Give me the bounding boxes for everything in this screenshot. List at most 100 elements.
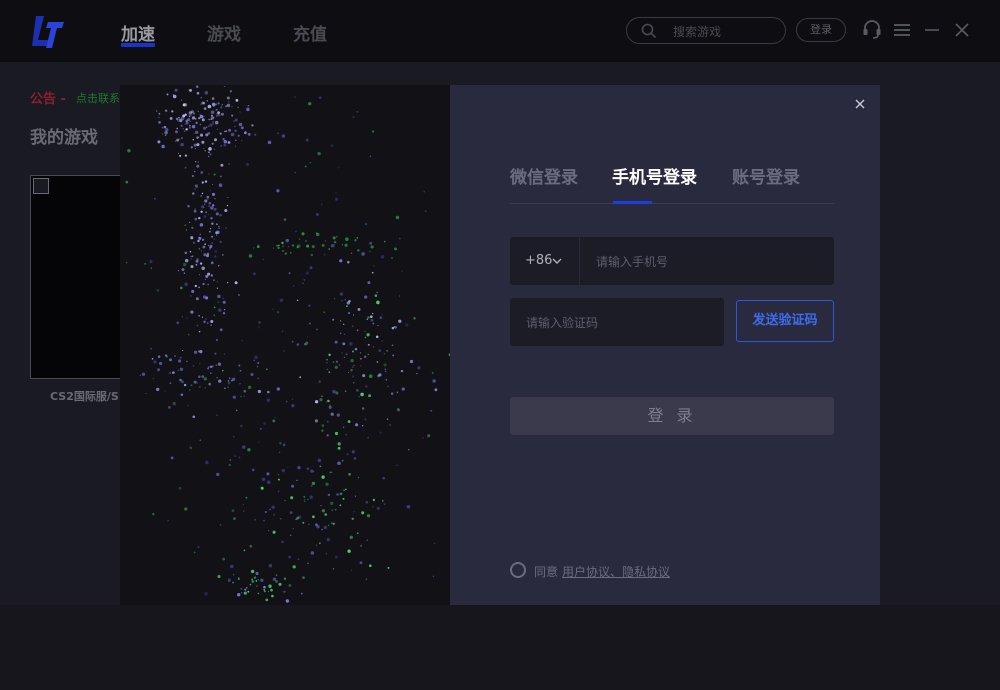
star-dot	[305, 138, 309, 142]
menu-icon[interactable]	[894, 19, 910, 41]
headset-icon[interactable]	[862, 19, 882, 41]
star-dot	[201, 316, 204, 318]
star-dot	[330, 412, 334, 416]
star-dot	[309, 495, 313, 499]
star-dot	[431, 371, 434, 374]
star-dot	[352, 381, 355, 384]
star-dot	[239, 369, 242, 372]
star-dot	[210, 324, 212, 326]
star-dot	[240, 424, 243, 428]
star-dot	[198, 386, 201, 388]
star-dot	[149, 260, 153, 264]
star-dot	[194, 188, 196, 190]
star-dot	[318, 96, 322, 100]
login-button[interactable]: 登录	[796, 18, 846, 42]
star-dot	[186, 317, 188, 319]
star-dot	[208, 118, 210, 121]
nav-tab-accelerate[interactable]: 加速	[121, 20, 155, 47]
star-dot	[174, 88, 178, 92]
star-dot	[347, 260, 350, 264]
phone-input[interactable]: 请输入手机号	[596, 253, 668, 270]
star-dot	[237, 577, 240, 579]
game-card[interactable]	[30, 175, 130, 379]
star-dot	[306, 336, 309, 338]
lt-logo-icon	[32, 16, 64, 48]
star-dot	[191, 226, 194, 230]
search-input[interactable]: 搜索游戏	[626, 17, 786, 44]
star-dot	[427, 434, 431, 438]
star-dot	[339, 320, 342, 322]
code-field[interactable]: 请输入验证码	[510, 298, 724, 346]
tab-phone-login[interactable]: 手机号登录	[612, 163, 697, 188]
star-dot	[297, 466, 301, 470]
star-dot	[211, 235, 213, 238]
modal-close-icon[interactable]	[853, 97, 867, 111]
country-code-select[interactable]: +86	[510, 237, 580, 285]
star-dot	[203, 107, 207, 110]
star-dot	[192, 241, 196, 244]
star-dot	[226, 103, 231, 108]
star-dot	[368, 374, 373, 378]
minimize-icon[interactable]	[924, 19, 940, 41]
star-dot	[406, 505, 411, 509]
star-dot	[167, 519, 169, 522]
star-dot	[183, 272, 186, 274]
star-dot	[299, 376, 302, 379]
star-dot	[212, 204, 215, 207]
star-dot	[377, 325, 379, 327]
star-dot	[345, 433, 347, 436]
star-dot	[223, 139, 228, 144]
star-dot	[276, 310, 280, 314]
send-code-button[interactable]: 发送验证码	[736, 300, 834, 342]
star-dot	[222, 138, 225, 141]
nav-tab-label: 游戏	[207, 25, 241, 45]
tab-account-login[interactable]: 账号登录	[732, 163, 800, 188]
nav-tab-recharge[interactable]: 充值	[293, 20, 327, 45]
star-dot	[172, 94, 177, 99]
star-dot	[332, 389, 336, 394]
star-dot	[192, 365, 194, 367]
star-dot	[196, 258, 199, 261]
star-dot	[243, 510, 245, 512]
agreement-links[interactable]: 用户协议、隐私协议	[562, 563, 670, 580]
star-dot	[360, 365, 362, 367]
agree-radio[interactable]	[510, 562, 526, 578]
star-dot	[315, 213, 319, 216]
star-dot	[356, 110, 359, 113]
star-dot	[287, 466, 289, 468]
tab-wechat-login[interactable]: 微信登录	[510, 163, 578, 188]
star-dot	[204, 91, 209, 95]
star-dot	[361, 511, 365, 515]
star-dot	[276, 387, 280, 391]
star-dot	[270, 588, 273, 592]
star-dot	[216, 234, 218, 236]
star-dot	[218, 225, 220, 228]
star-dot	[295, 230, 297, 233]
star-dot	[247, 132, 251, 136]
star-dot	[157, 368, 161, 372]
star-dot	[216, 414, 218, 417]
star-dot	[422, 437, 424, 439]
starfield-image	[120, 85, 450, 605]
star-dot	[209, 228, 212, 230]
star-dot	[183, 130, 186, 132]
star-dot	[127, 148, 131, 153]
star-dot	[376, 300, 380, 305]
star-dot	[337, 442, 341, 446]
star-dot	[245, 586, 248, 589]
close-icon[interactable]	[954, 19, 970, 41]
star-dot	[348, 473, 351, 476]
star-dot	[193, 380, 197, 384]
star-dot	[196, 324, 199, 327]
star-dot	[210, 261, 214, 265]
star-dot	[367, 437, 369, 439]
notice-link[interactable]: 点击联系	[76, 90, 120, 106]
star-dot	[198, 330, 201, 333]
login-submit-button[interactable]: 登 录	[510, 397, 834, 435]
star-dot	[335, 360, 338, 363]
nav-tab-games[interactable]: 游戏	[207, 20, 241, 45]
star-dot	[383, 363, 387, 367]
star-dot	[219, 214, 222, 217]
star-dot	[181, 316, 183, 318]
star-dot	[371, 312, 374, 315]
